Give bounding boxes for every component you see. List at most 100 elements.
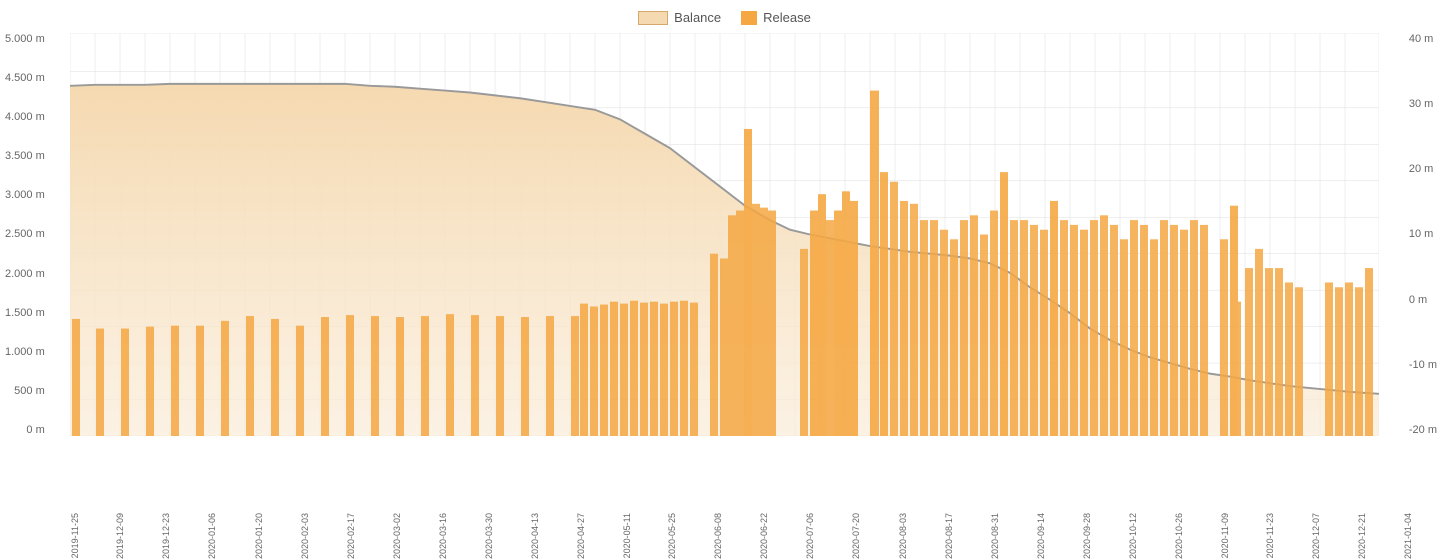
- x-label: 2020-08-17: [944, 513, 954, 559]
- right-axis-label: 20 m: [1409, 163, 1433, 175]
- release-bar: [650, 302, 658, 436]
- chart-area: 5.000 m 4.500 m 4.000 m 3.500 m 3.000 m …: [70, 33, 1379, 436]
- release-bar: [1140, 225, 1148, 436]
- left-axis-label: 500 m: [14, 385, 45, 397]
- release-bar: [890, 182, 898, 436]
- right-axis-label: 10 m: [1409, 228, 1433, 240]
- release-bar: [1190, 220, 1198, 436]
- left-axis-label: 1.500 m: [5, 307, 45, 319]
- release-bar: [1080, 230, 1088, 436]
- release-bar: [1355, 287, 1363, 436]
- release-bar: [720, 258, 728, 436]
- release-bar: [990, 211, 998, 436]
- release-bar: [940, 230, 948, 436]
- release-bar: [818, 194, 826, 436]
- release-bar: [1100, 215, 1108, 436]
- release-bar: [1070, 225, 1078, 436]
- release-bar: [800, 249, 808, 436]
- release-bar: [930, 220, 938, 436]
- release-bar: [1255, 249, 1263, 436]
- release-bar: [1275, 268, 1283, 436]
- left-axis-label: 5.000 m: [5, 33, 45, 45]
- release-bar: [1020, 220, 1028, 436]
- release-bar: [1040, 230, 1048, 436]
- release-bar: [670, 302, 678, 436]
- x-label: 2020-02-03: [300, 513, 310, 559]
- x-label: 2020-01-20: [254, 513, 264, 559]
- release-bar: [1220, 239, 1228, 436]
- x-label: 2020-10-26: [1174, 513, 1184, 559]
- release-bar: [1335, 287, 1343, 436]
- release-bar: [834, 211, 842, 436]
- release-bar: [640, 303, 648, 436]
- right-axis-label: 0 m: [1409, 294, 1427, 306]
- release-bar: [660, 304, 668, 436]
- x-label: 2019-11-25: [70, 513, 80, 558]
- right-axis-label: 40 m: [1409, 33, 1433, 45]
- release-bar: [690, 303, 698, 436]
- release-bar: [1120, 239, 1128, 436]
- release-bar: [728, 215, 736, 436]
- release-bar: [346, 315, 354, 436]
- release-bar: [221, 321, 229, 436]
- release-bar: [610, 302, 618, 436]
- release-bar: [810, 211, 818, 436]
- left-axis-label: 2.500 m: [5, 228, 45, 240]
- release-bar: [752, 204, 760, 436]
- release-bar: [1200, 225, 1208, 436]
- release-bar: [446, 314, 454, 436]
- x-label: 2020-08-03: [898, 513, 908, 559]
- release-bar: [296, 326, 304, 436]
- x-label: 2020-04-13: [530, 513, 540, 559]
- x-label: 2020-03-16: [438, 513, 448, 559]
- release-bar: [1030, 225, 1038, 436]
- right-axis: 40 m 30 m 20 m 10 m 0 m -10 m -20 m: [1409, 33, 1437, 436]
- release-bar: [960, 220, 968, 436]
- x-label: 2020-04-27: [576, 513, 586, 559]
- release-bar: [496, 316, 504, 436]
- release-bar: [760, 208, 768, 436]
- right-axis-label: -20 m: [1409, 424, 1437, 436]
- release-bar: [900, 201, 908, 436]
- right-axis-label: -10 m: [1409, 359, 1437, 371]
- x-label: 2020-12-07: [1311, 513, 1321, 559]
- release-bar: [970, 215, 978, 436]
- x-label: 2020-03-02: [392, 513, 402, 559]
- release-bar: [321, 317, 329, 436]
- release-bar: [1060, 220, 1068, 436]
- release-swatch: [741, 11, 757, 25]
- release-bar: [710, 254, 718, 436]
- release-bar: [850, 201, 858, 436]
- release-bar: [246, 316, 254, 436]
- left-axis-label: 1.000 m: [5, 346, 45, 358]
- release-bar: [271, 319, 279, 436]
- release-bar: [396, 317, 404, 436]
- release-bar: [1130, 220, 1138, 436]
- release-bar: [96, 329, 104, 436]
- release-bar: [620, 304, 628, 436]
- release-bar: [1170, 225, 1178, 436]
- release-bar: [630, 301, 638, 436]
- x-label: 2020-05-25: [667, 513, 677, 559]
- x-label: 2020-03-30: [484, 513, 494, 559]
- left-axis-label: 4.000 m: [5, 111, 45, 123]
- x-label: 2020-01-06: [207, 513, 217, 559]
- release-bar: [1230, 206, 1238, 436]
- release-bar: [171, 326, 179, 436]
- release-bar: [736, 211, 744, 436]
- release-bar: [880, 172, 888, 436]
- release-bar: [1090, 220, 1098, 436]
- left-axis-label: 0 m: [26, 424, 44, 436]
- release-bar: [600, 305, 608, 436]
- release-bar: [950, 239, 958, 436]
- release-bar: [1245, 268, 1253, 436]
- x-axis: 2019-11-25 2019-12-09 2019-12-23 2020-01…: [70, 501, 1379, 523]
- x-label: 2020-05-11: [622, 513, 632, 558]
- release-bar: [1000, 172, 1008, 436]
- release-bar: [72, 319, 80, 436]
- release-bar: [421, 316, 429, 436]
- legend-release: Release: [741, 10, 811, 25]
- x-label: 2020-12-21: [1357, 513, 1367, 559]
- release-bar: [580, 304, 588, 436]
- chart-container: Balance Release: [0, 0, 1439, 523]
